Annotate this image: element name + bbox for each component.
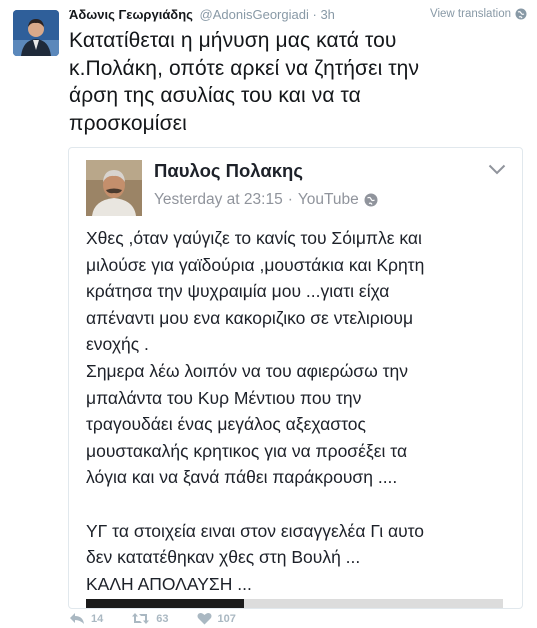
retweet-count: 63 — [156, 612, 169, 625]
reply-button[interactable]: 14 — [69, 612, 103, 625]
chevron-down-icon[interactable] — [488, 164, 506, 175]
author-name[interactable]: Άδωνις Γεωργιάδης — [69, 7, 193, 22]
tweet-text: Κατατίθεται η μήνυση μας κατά του κ.Πολά… — [69, 29, 420, 135]
like-count: 107 — [217, 612, 236, 625]
embedded-author-name[interactable]: Παυλος Πολακης — [154, 160, 303, 182]
embedded-post-body: Χθες ,όταν γαύγιζε το κανίς του Σόιμπλε … — [86, 228, 425, 594]
embedded-author-image — [86, 160, 142, 216]
tweet-timestamp[interactable]: 3h — [320, 7, 334, 22]
like-button[interactable]: 107 — [197, 612, 236, 625]
retweet-button[interactable]: 63 — [131, 612, 169, 625]
view-translation-label: View translation — [430, 8, 511, 20]
embedded-post-source: YouTube — [297, 191, 359, 208]
embedded-post-card[interactable]: Παυλος Πολακης Yesterday at 23:15 · YouT… — [68, 147, 523, 609]
video-progress-bar[interactable] — [86, 599, 503, 608]
author-handle[interactable]: @AdonisGeorgiadi — [200, 7, 309, 22]
heart-icon — [197, 612, 211, 625]
avatar-image — [13, 10, 59, 56]
globe-icon — [515, 8, 527, 20]
retweet-icon — [132, 613, 150, 624]
video-progress-fill — [86, 599, 245, 608]
reply-icon — [70, 613, 84, 624]
embedded-author-photo[interactable] — [86, 160, 142, 216]
tweet-header: Άδωνις Γεωργιάδης @AdonisGeorgiadi · 3h … — [69, 7, 527, 25]
separator-dot: · — [312, 7, 317, 22]
author-avatar[interactable] — [13, 10, 59, 56]
meta-separator: · — [287, 191, 293, 208]
view-translation-link[interactable]: View translation — [430, 8, 527, 20]
tweet-actions: 14 63 107 — [69, 612, 264, 625]
reply-count: 14 — [91, 612, 104, 625]
globe-icon — [364, 193, 378, 207]
embedded-post-meta: Yesterday at 23:15 · YouTube — [154, 191, 378, 209]
embedded-post-timestamp[interactable]: Yesterday at 23:15 — [154, 191, 283, 209]
